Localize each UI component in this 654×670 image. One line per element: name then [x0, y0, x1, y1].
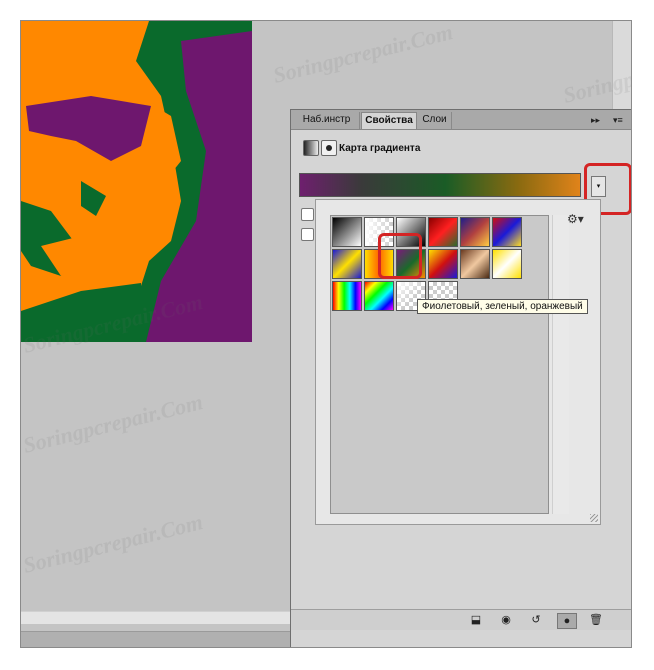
reset-icon[interactable]: ↺ — [527, 613, 545, 627]
gradient-preview-bar[interactable] — [299, 173, 581, 197]
gradient-swatch[interactable] — [492, 249, 522, 279]
view-previous-icon[interactable]: ◉ — [497, 613, 515, 627]
document-image — [21, 21, 252, 342]
gradient-swatch[interactable] — [332, 281, 362, 311]
panel-bottom-bar: ⬓ ◉ ↺ ● 🗑 — [291, 609, 631, 630]
gradient-swatch-list — [330, 215, 549, 514]
picker-settings-gear-icon[interactable]: ⚙▾ — [567, 212, 584, 226]
panel-menu-icon[interactable]: ▾≡ — [613, 113, 623, 127]
visibility-icon[interactable]: ● — [557, 613, 577, 629]
gradient-swatch[interactable] — [332, 249, 362, 279]
properties-header: Карта градиента — [291, 130, 631, 166]
gradient-swatch[interactable] — [428, 249, 458, 279]
tab-properties[interactable]: Свойства — [361, 112, 417, 129]
collapse-panel-icon[interactable]: ▸▸ — [591, 113, 600, 127]
tab-tools-presets[interactable]: Наб.инстр — [294, 112, 360, 129]
watermark: Soringpcrepair.Com — [20, 389, 206, 458]
gradient-swatch[interactable] — [364, 281, 394, 311]
highlight-swatch — [378, 233, 422, 279]
gradient-swatch[interactable] — [428, 217, 458, 247]
watermark: Soringpcrepair.Com — [20, 509, 206, 578]
dither-checkbox[interactable] — [301, 208, 314, 221]
gradient-swatch[interactable] — [492, 217, 522, 247]
swatch-tooltip: Фиолетовый, зеленый, оранжевый — [417, 299, 588, 314]
gradient-map-icon[interactable] — [303, 140, 319, 156]
picker-resize-grip[interactable] — [590, 514, 598, 522]
reverse-checkbox[interactable] — [301, 228, 314, 241]
panel-title: Карта градиента — [339, 143, 421, 154]
tab-layers[interactable]: Слои — [418, 112, 452, 129]
watermark: Soringpcrepair.Com — [270, 20, 456, 88]
mask-icon[interactable] — [321, 140, 337, 156]
gradient-swatch[interactable] — [460, 249, 490, 279]
gradient-swatch[interactable] — [460, 217, 490, 247]
photoshop-workspace: Soringpcrepair.Com Soringpcrepair.Com So… — [20, 20, 632, 648]
clip-icon[interactable]: ⬓ — [467, 613, 485, 627]
delete-icon[interactable]: 🗑 — [587, 613, 605, 627]
panel-tab-bar: Наб.инстр Свойства Слои ▸▸ ▾≡ — [291, 110, 631, 130]
document-horizontal-scrollbar[interactable] — [21, 611, 291, 624]
picker-scrollbar[interactable] — [552, 215, 569, 514]
gradient-swatch[interactable] — [332, 217, 362, 247]
gradient-picker: ⚙▾ — [315, 199, 601, 525]
